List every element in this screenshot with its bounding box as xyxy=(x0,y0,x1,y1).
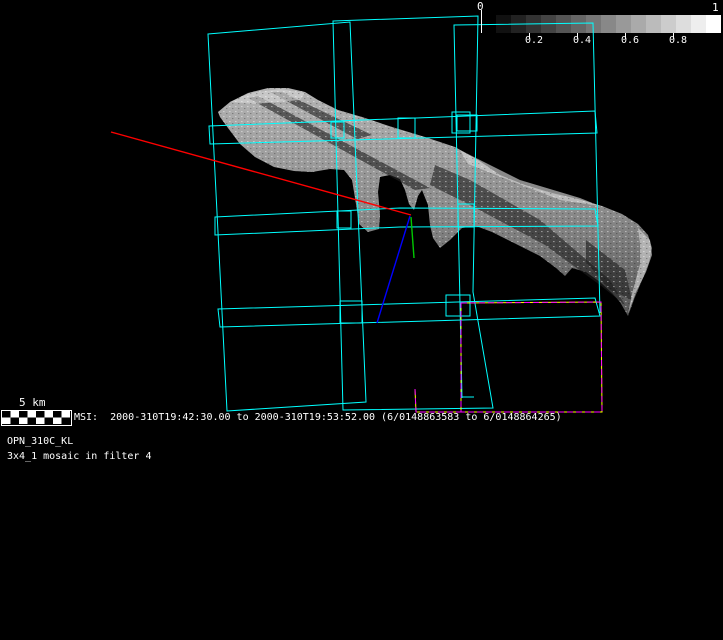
colorbar-tick-label: 0.4 xyxy=(569,35,595,46)
mosaic-description: 3x4_1 mosaic in filter 4 xyxy=(7,451,152,463)
vector-blue xyxy=(377,216,410,323)
colorbar-tick-label: 0.8 xyxy=(665,35,691,46)
opnav-sequence-id: OPN_310C_KL xyxy=(7,436,73,448)
colorbar-tick-label: 0.2 xyxy=(521,35,547,46)
opnav-display-root: 0 1 0.2 0.4 0.6 0.8 5 km MSI: 2000-310T19:4… xyxy=(0,0,723,640)
colorbar-tick-label: 0.6 xyxy=(617,35,643,46)
vector-green xyxy=(411,217,414,258)
asteroid-mesh xyxy=(218,88,652,316)
colorbar-min-label: 0 xyxy=(477,1,484,13)
render-canvas[interactable] xyxy=(0,0,723,640)
colorbar-max-label: 1 xyxy=(712,2,719,14)
scale-bar-checker xyxy=(2,411,72,426)
scale-bar-label: 5 km xyxy=(19,397,46,409)
status-line: MSI: 2000-310T19:42:30.00 to 2000-310T19… xyxy=(74,412,562,424)
